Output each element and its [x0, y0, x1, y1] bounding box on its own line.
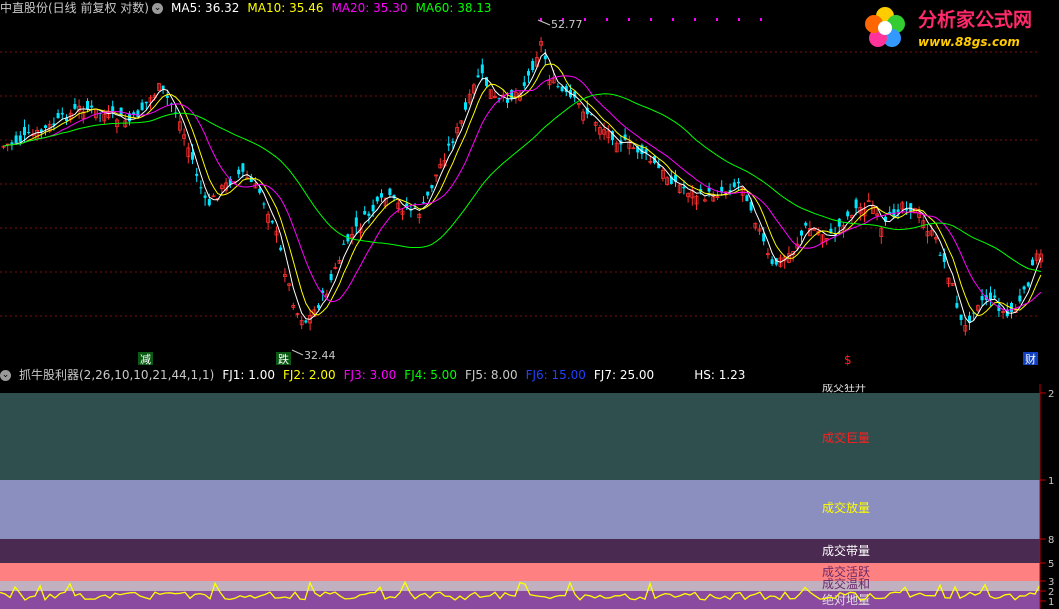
band-fang: [0, 480, 1040, 539]
chevron-down-icon[interactable]: ⌄: [0, 370, 11, 381]
svg-text:2: 2: [1048, 389, 1054, 400]
right-axis: 2 1 8 5 3 2 1: [1039, 384, 1054, 609]
band-label-huge: 成交巨量: [822, 430, 870, 445]
high-marker: 52.77: [537, 18, 583, 31]
hs-readout: HS: 1.23: [694, 368, 746, 382]
band-dai: [0, 539, 1040, 563]
band-label-fang: 成交放量: [822, 500, 870, 515]
fj1-readout: FJ1: 1.00: [222, 368, 275, 382]
svg-text:财: 财: [1025, 352, 1036, 366]
indicator-title[interactable]: 抓牛股利器(2,26,10,10,21,44,1,1): [19, 368, 214, 382]
band-label-dai: 成交带量: [822, 543, 870, 558]
signal-die: 跌: [276, 352, 291, 366]
fj6-readout: FJ6: 15.00: [525, 368, 586, 382]
svg-text:5: 5: [1048, 559, 1054, 570]
svg-text:跌: 跌: [278, 352, 289, 366]
fj4-readout: FJ4: 5.00: [404, 368, 457, 382]
band-active: [0, 563, 1040, 581]
band-low: [0, 591, 1040, 609]
stock-chart-window: 中直股份(日线 前复权 对数) ⌄ MA5: 36.32 MA10: 35.46 MA2…: [0, 0, 1059, 609]
svg-text:1: 1: [1048, 476, 1054, 487]
indicator-header: ⌄ 抓牛股利器(2,26,10,10,21,44,1,1) FJ1: 1.00 FJ2…: [0, 367, 753, 384]
signal-cai: 财: [1023, 352, 1038, 366]
candlestick-series: [1, 37, 1043, 336]
fj2-readout: FJ2: 2.00: [282, 368, 336, 382]
svg-text:减: 减: [140, 353, 151, 366]
signal-dollar: $: [844, 353, 852, 367]
moving-average-lines: [3, 52, 1042, 324]
low-price-label: 32.44: [304, 349, 336, 362]
signal-jian: 减: [138, 352, 153, 366]
fj7-readout: FJ7: 25.00: [593, 368, 655, 382]
svg-text:1: 1: [1048, 597, 1054, 608]
low-marker: 32.44: [291, 349, 336, 362]
high-price-label: 52.77: [551, 18, 583, 31]
band-label-top: 成交狂升: [822, 384, 866, 394]
fj5-readout: FJ5: 8.00: [464, 368, 518, 382]
band-huge: [0, 393, 1040, 480]
svg-text:8: 8: [1048, 535, 1054, 546]
fj3-readout: FJ3: 3.00: [343, 368, 397, 382]
band-label-mild: 成交温和: [822, 576, 870, 591]
svg-text:$: $: [844, 353, 852, 367]
price-chart[interactable]: 52.77 32.44 减 跌 $ 财: [0, 12, 1059, 367]
volume-band-indicator[interactable]: 成交狂升 成交巨量 成交放量 成交带量 成交活跃 成交温和 绝对地量 2 1 8…: [0, 384, 1059, 609]
